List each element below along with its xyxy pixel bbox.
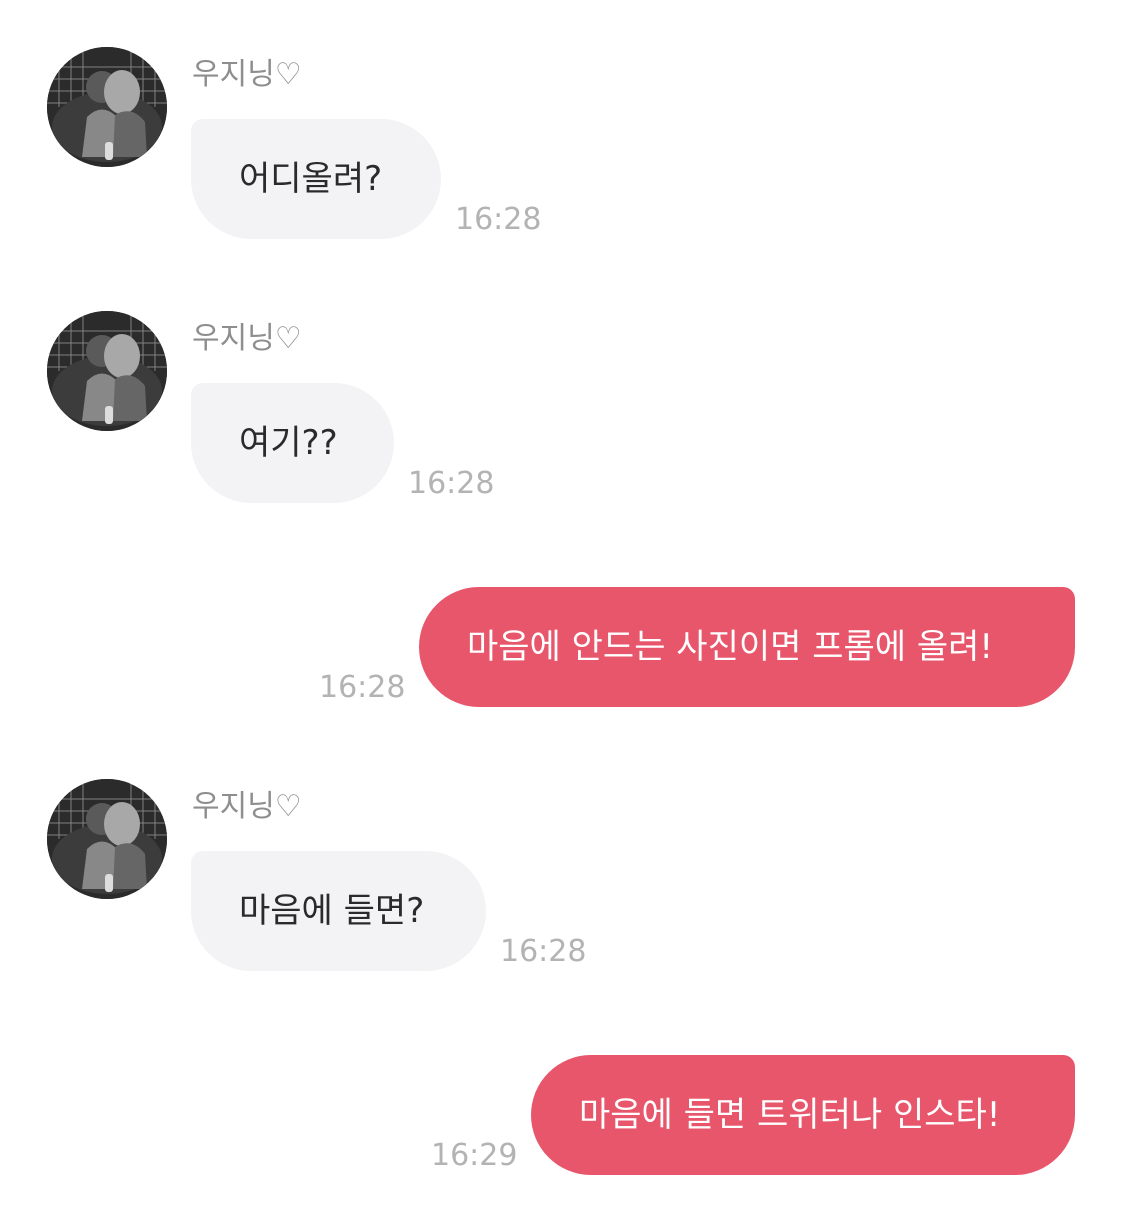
avatar[interactable] xyxy=(47,311,167,431)
message-bubble[interactable]: 마음에 안드는 사진이면 프롬에 올려! xyxy=(419,587,1075,707)
sender-name: 우지닝♡ xyxy=(192,789,302,824)
avatar-photo xyxy=(47,47,167,167)
avatar-photo xyxy=(47,779,167,899)
sender-name: 우지닝♡ xyxy=(192,321,302,356)
sender-name: 우지닝♡ xyxy=(192,57,302,92)
avatar-photo xyxy=(47,311,167,431)
message-bubble[interactable]: 어디올려? xyxy=(191,119,441,239)
message-timestamp: 16:28 xyxy=(455,202,542,237)
avatar[interactable] xyxy=(47,47,167,167)
avatar[interactable] xyxy=(47,779,167,899)
message-timestamp: 16:28 xyxy=(319,670,406,705)
message-timestamp: 16:29 xyxy=(431,1138,518,1173)
message-timestamp: 16:28 xyxy=(408,466,495,501)
message-bubble[interactable]: 여기?? xyxy=(191,383,394,503)
message-bubble[interactable]: 마음에 들면 트위터나 인스타! xyxy=(531,1055,1075,1175)
message-bubble[interactable]: 마음에 들면? xyxy=(191,851,486,971)
message-timestamp: 16:28 xyxy=(500,934,587,969)
